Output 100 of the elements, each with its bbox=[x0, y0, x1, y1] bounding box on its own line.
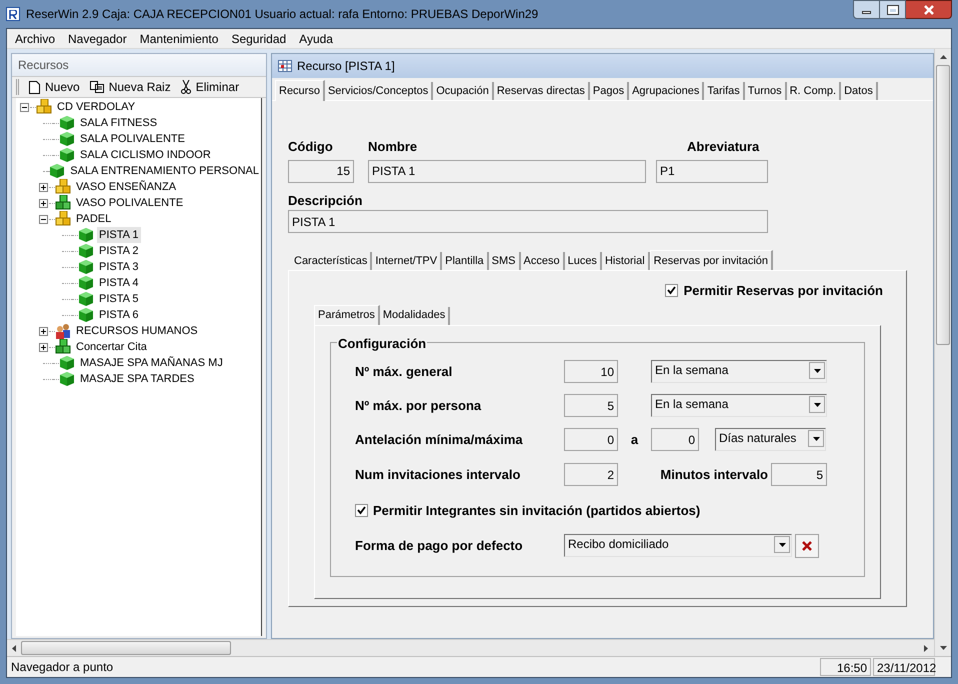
tree-item[interactable]: SALA FITNESS bbox=[78, 115, 160, 131]
tree-item[interactable]: CD VERDOLAY bbox=[55, 99, 138, 115]
collapse-toggle[interactable] bbox=[20, 102, 29, 112]
tab[interactable]: Agrupaciones bbox=[629, 82, 704, 100]
number-field[interactable]: 5 bbox=[564, 394, 618, 417]
checkbox[interactable] bbox=[355, 504, 368, 517]
tab[interactable]: Plantilla bbox=[442, 252, 489, 270]
text-field[interactable]: PISTA 1 bbox=[368, 160, 646, 182]
close-button[interactable] bbox=[906, 0, 952, 19]
minus-icon bbox=[41, 216, 46, 222]
tree-item[interactable]: VASO ENSEÑANZA bbox=[74, 179, 178, 195]
cube-icon bbox=[59, 131, 75, 147]
tree-item[interactable]: VASO POLIVALENTE bbox=[74, 195, 186, 211]
tab[interactable]: Características bbox=[291, 252, 372, 270]
tree-item[interactable]: SALA ENTRENAMIENTO PERSONAL bbox=[68, 163, 261, 179]
status-message: Navegador a punto bbox=[10, 659, 114, 676]
toolbar-button[interactable]: Nuevo bbox=[29, 78, 80, 96]
tab[interactable]: Internet/TPV bbox=[372, 252, 442, 270]
tree-item[interactable]: SALA CICLISMO INDOOR bbox=[78, 147, 213, 163]
tab[interactable]: Luces bbox=[564, 252, 602, 270]
horizontal-scrollbar[interactable] bbox=[7, 639, 934, 656]
dropdown-arrow-icon bbox=[812, 436, 820, 440]
toolbar-button[interactable]: Nueva Raiz bbox=[90, 78, 171, 96]
minus-icon bbox=[22, 104, 27, 110]
cube-icon bbox=[78, 259, 94, 275]
expand-toggle[interactable] bbox=[39, 198, 48, 208]
tab[interactable]: Turnos bbox=[744, 82, 787, 100]
scroll-thumb[interactable] bbox=[936, 65, 950, 345]
expand-toggle[interactable] bbox=[39, 342, 48, 352]
tab[interactable]: Servicios/Conceptos bbox=[324, 82, 434, 100]
number-field[interactable]: 2 bbox=[564, 463, 618, 486]
tree-item[interactable]: MASAJE SPA TARDES bbox=[78, 371, 196, 387]
cubes-icon bbox=[36, 99, 52, 115]
tree-item[interactable]: PISTA 3 bbox=[97, 259, 141, 275]
tab[interactable]: Recurso bbox=[275, 80, 325, 101]
tab[interactable]: Parámetros bbox=[314, 304, 380, 326]
menu-item[interactable]: Seguridad bbox=[231, 30, 286, 48]
text-field[interactable]: P1 bbox=[656, 160, 768, 182]
dropdown[interactable]: En la semana bbox=[651, 394, 827, 417]
dropdown[interactable]: Días naturales bbox=[715, 428, 826, 451]
dropdown[interactable]: Recibo domiciliado bbox=[564, 534, 792, 557]
tree-item[interactable]: MASAJE SPA MAÑANAS MJ bbox=[78, 355, 225, 371]
expand-toggle[interactable] bbox=[39, 182, 48, 192]
people-icon bbox=[55, 323, 71, 339]
dropdown-arrow-icon bbox=[814, 402, 820, 406]
tree-item[interactable]: PADEL bbox=[74, 211, 114, 227]
tab[interactable]: Acceso bbox=[520, 252, 565, 270]
plus-icon bbox=[41, 344, 46, 350]
clear-button[interactable] bbox=[795, 534, 819, 558]
tree-item[interactable]: PISTA 1 bbox=[97, 227, 141, 243]
vertical-scrollbar[interactable] bbox=[934, 49, 951, 656]
grid-icon bbox=[278, 60, 292, 72]
status-date: 23/11/2012 bbox=[873, 658, 935, 676]
cube-icon bbox=[78, 227, 94, 243]
field-label: Abreviatura bbox=[686, 138, 760, 156]
menu-item[interactable]: Navegador bbox=[68, 30, 127, 48]
dropdown[interactable]: En la semana bbox=[651, 360, 827, 383]
scroll-up-icon bbox=[940, 55, 946, 59]
menu-item[interactable]: Archivo bbox=[15, 30, 56, 48]
collapse-toggle[interactable] bbox=[39, 214, 48, 224]
tab[interactable]: R. Comp. bbox=[786, 82, 842, 100]
field-label: Nombre bbox=[368, 138, 418, 156]
expand-toggle[interactable] bbox=[39, 326, 48, 336]
toolbar-button[interactable]: Eliminar bbox=[180, 78, 240, 96]
tab[interactable]: Reservas por invitación bbox=[650, 250, 774, 271]
cube-icon bbox=[59, 371, 75, 387]
tab[interactable]: Ocupación bbox=[433, 82, 494, 100]
tree-item[interactable]: PISTA 5 bbox=[97, 291, 141, 307]
text-field[interactable]: PISTA 1 bbox=[288, 210, 768, 233]
cube-icon bbox=[78, 291, 94, 307]
tree-item[interactable]: PISTA 2 bbox=[97, 243, 141, 259]
dropdown-arrow-icon bbox=[814, 368, 820, 372]
minimize-button[interactable] bbox=[853, 0, 880, 19]
tree-item[interactable]: PISTA 4 bbox=[97, 275, 141, 291]
cubes-icon bbox=[55, 339, 71, 355]
cube-icon bbox=[78, 243, 94, 259]
tree-item[interactable]: PISTA 6 bbox=[97, 307, 141, 323]
tree-item[interactable]: RECURSOS HUMANOS bbox=[74, 323, 200, 339]
plus-icon bbox=[41, 184, 46, 190]
tab[interactable]: Pagos bbox=[590, 82, 630, 100]
plus-icon bbox=[41, 328, 46, 334]
maximize-button[interactable] bbox=[880, 0, 906, 19]
checkbox[interactable] bbox=[664, 284, 678, 298]
tree-item[interactable]: SALA POLIVALENTE bbox=[78, 131, 187, 147]
scroll-thumb[interactable] bbox=[21, 641, 231, 655]
number-field[interactable]: 10 bbox=[564, 360, 618, 383]
tab[interactable]: Reservas directas bbox=[494, 82, 590, 100]
field-label: Descripción bbox=[288, 192, 364, 210]
menu-item[interactable]: Ayuda bbox=[299, 30, 333, 48]
tab[interactable]: SMS bbox=[488, 252, 520, 270]
tab[interactable]: Modalidades bbox=[380, 306, 450, 324]
tab[interactable]: Tarifas bbox=[704, 82, 745, 100]
number-field[interactable]: 0 bbox=[651, 428, 699, 451]
tree-item[interactable]: Concertar Cita bbox=[74, 339, 149, 355]
menu-item[interactable]: Mantenimiento bbox=[140, 30, 218, 48]
number-field[interactable]: 5 bbox=[771, 463, 827, 486]
scissors-icon bbox=[180, 80, 191, 94]
tab[interactable]: Datos bbox=[841, 82, 878, 100]
number-field[interactable]: 0 bbox=[564, 428, 618, 451]
text-field[interactable]: 15 bbox=[288, 160, 354, 182]
